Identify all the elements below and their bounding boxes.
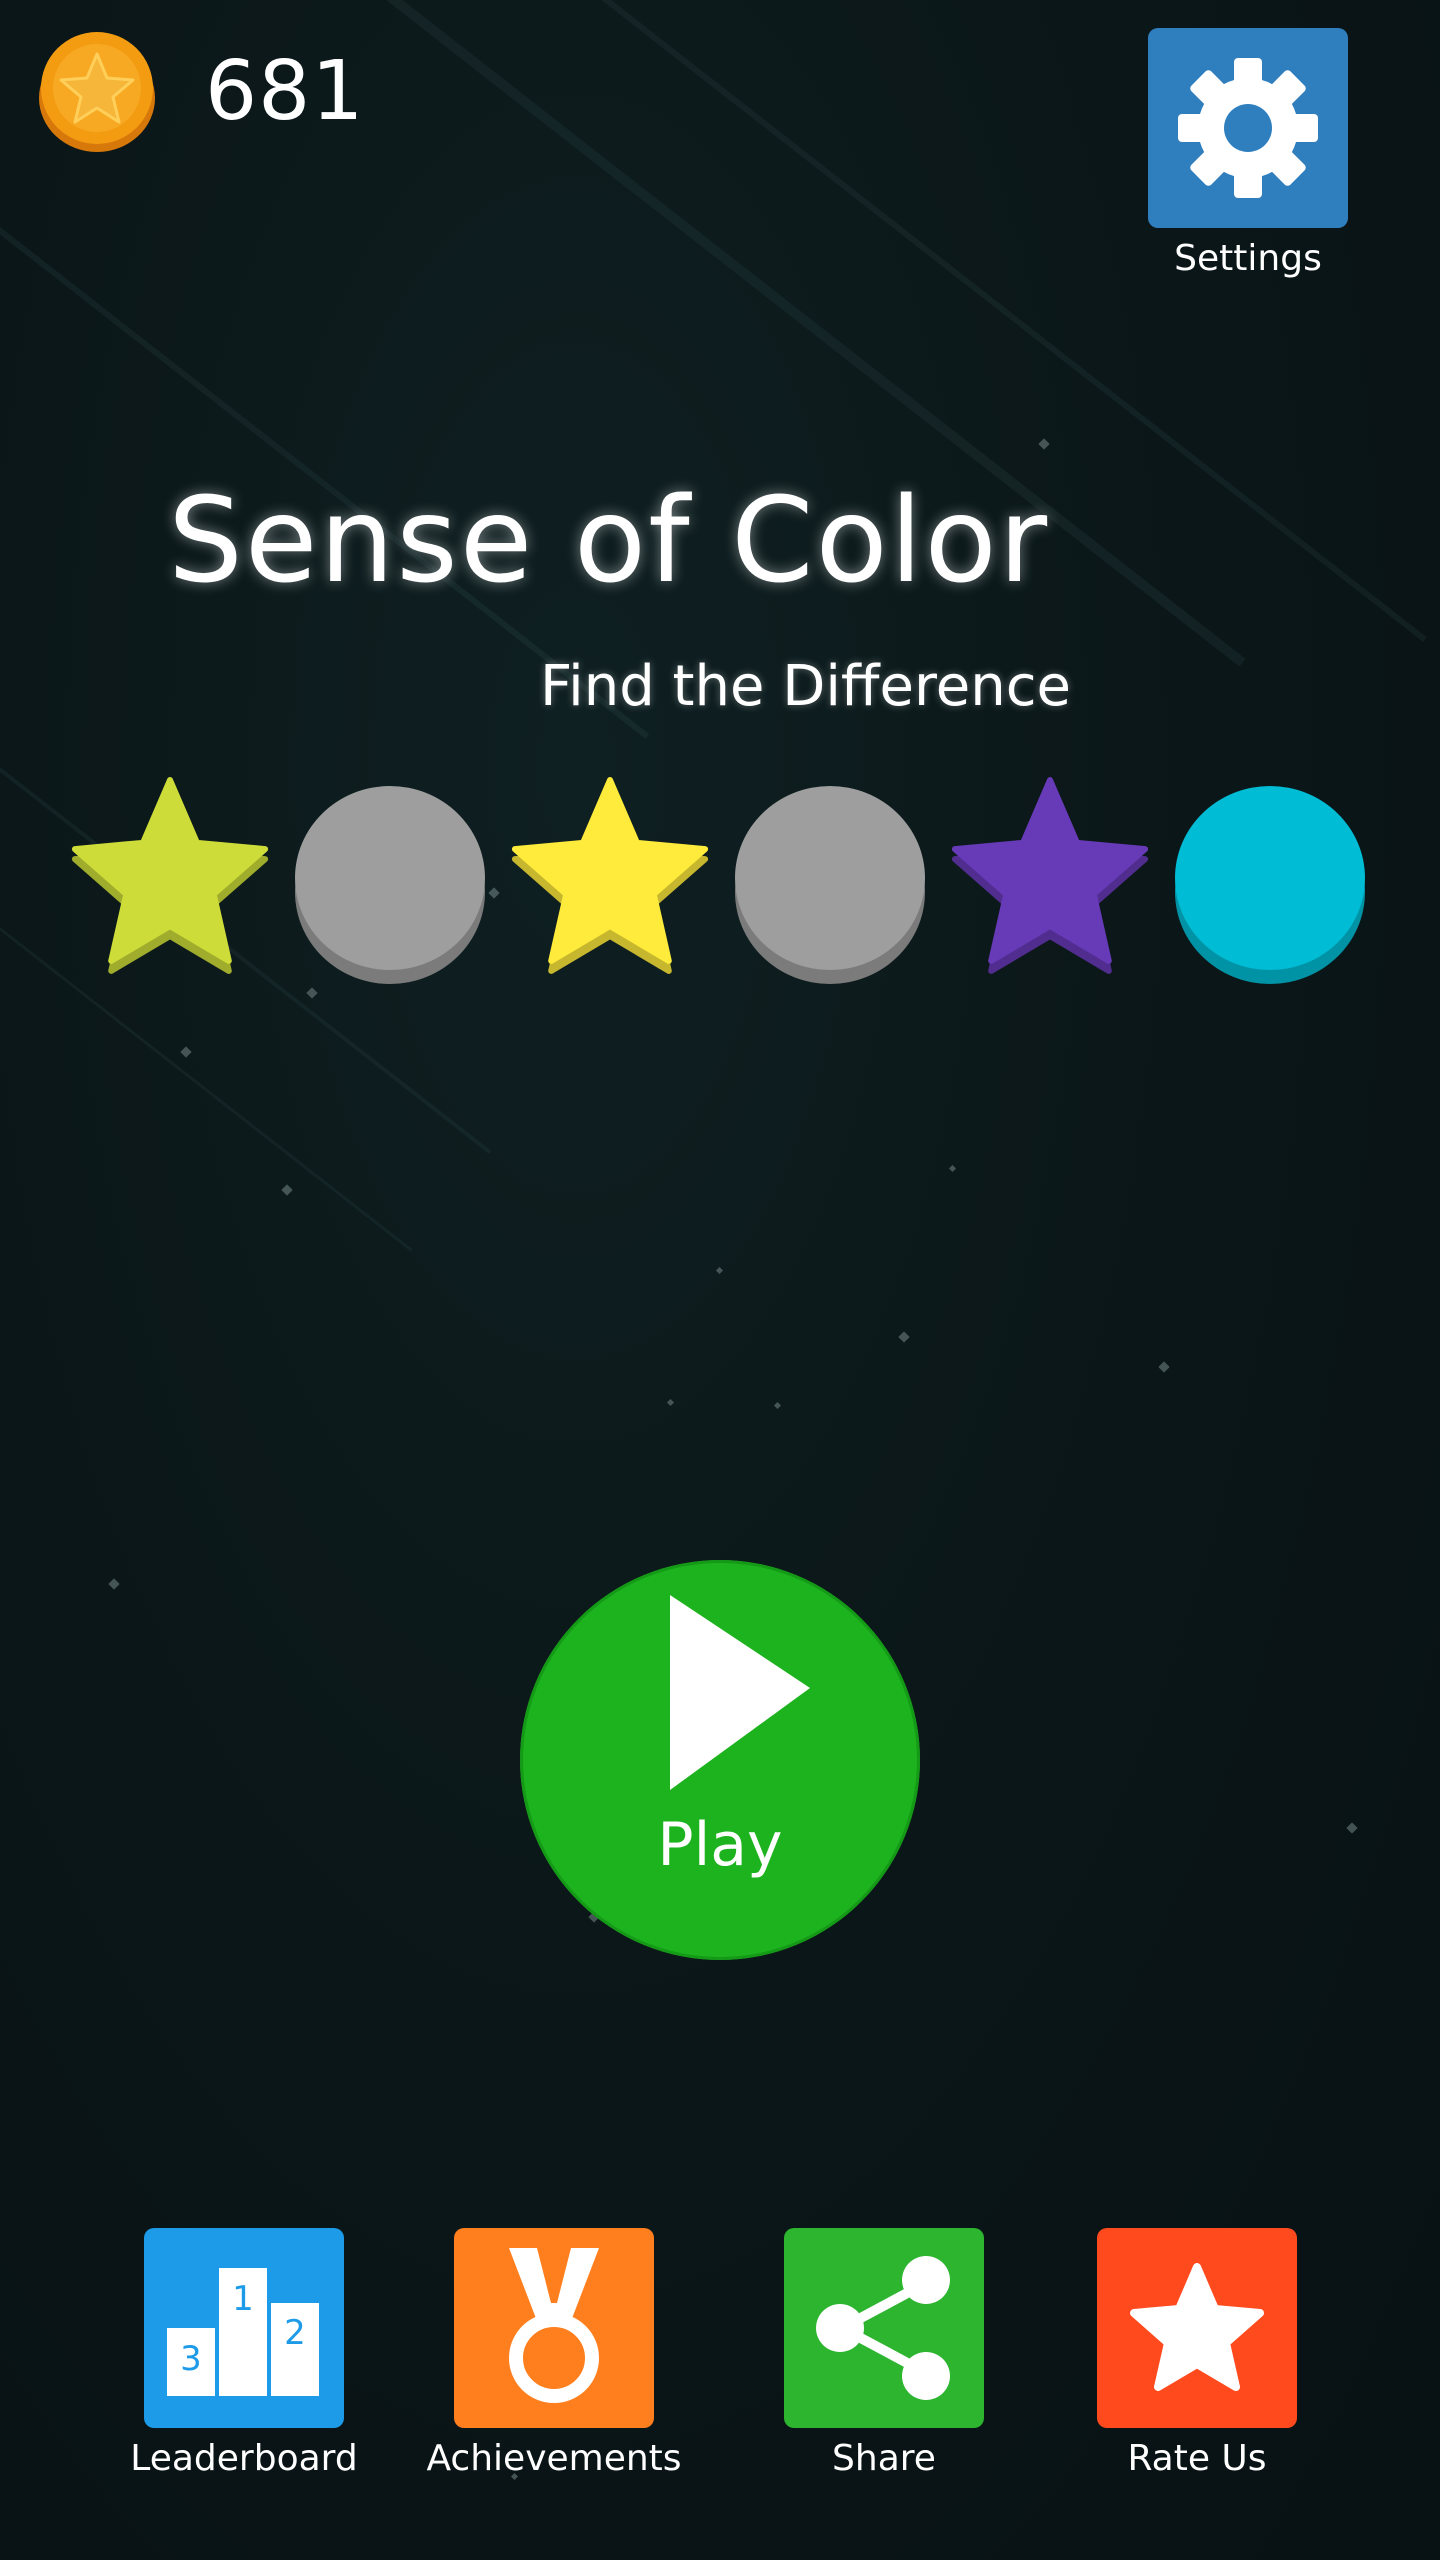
share-button[interactable]: Share xyxy=(724,2228,1044,2479)
star-shape xyxy=(510,770,710,990)
play-button[interactable]: Play xyxy=(520,1560,920,1960)
share-tile[interactable] xyxy=(784,2228,984,2428)
podium-rank-1: 1 xyxy=(232,2279,254,2319)
achievements-tile[interactable] xyxy=(454,2228,654,2428)
rate-us-button[interactable]: Rate Us xyxy=(1037,2228,1357,2479)
coin-icon xyxy=(36,30,158,152)
settings-label: Settings xyxy=(1174,238,1322,279)
rate-us-tile[interactable] xyxy=(1097,2228,1297,2428)
leaderboard-tile[interactable]: 1 2 3 xyxy=(144,2228,344,2428)
settings-tile[interactable] xyxy=(1148,28,1348,228)
podium-icon: 1 2 3 xyxy=(167,2268,319,2396)
circle-shape xyxy=(1170,770,1370,990)
achievements-button[interactable]: Achievements xyxy=(394,2228,714,2479)
gear-icon xyxy=(1178,58,1318,198)
share-label: Share xyxy=(832,2438,936,2479)
game-subtitle: Find the Difference xyxy=(540,654,1071,719)
leaderboard-button[interactable]: 1 2 3 Leaderboard xyxy=(84,2228,404,2479)
star-shape xyxy=(70,770,270,990)
coin-count: 681 xyxy=(205,44,365,139)
share-icon xyxy=(816,2256,950,2400)
podium-rank-3: 3 xyxy=(180,2339,202,2379)
podium-rank-2: 2 xyxy=(284,2313,306,2353)
game-title: Sense of Color xyxy=(168,471,1050,609)
circle-shape xyxy=(290,770,490,990)
star-icon xyxy=(1130,2263,1264,2391)
settings-button[interactable]: Settings xyxy=(1148,28,1348,279)
achievements-label: Achievements xyxy=(426,2438,682,2479)
leaderboard-label: Leaderboard xyxy=(130,2438,358,2479)
star-shape xyxy=(950,770,1150,990)
play-icon xyxy=(670,1595,810,1790)
play-label: Play xyxy=(657,1810,783,1880)
shape-row xyxy=(0,770,1440,990)
circle-shape xyxy=(730,770,930,990)
rate-us-label: Rate Us xyxy=(1127,2438,1267,2479)
medal-icon xyxy=(509,2248,599,2403)
